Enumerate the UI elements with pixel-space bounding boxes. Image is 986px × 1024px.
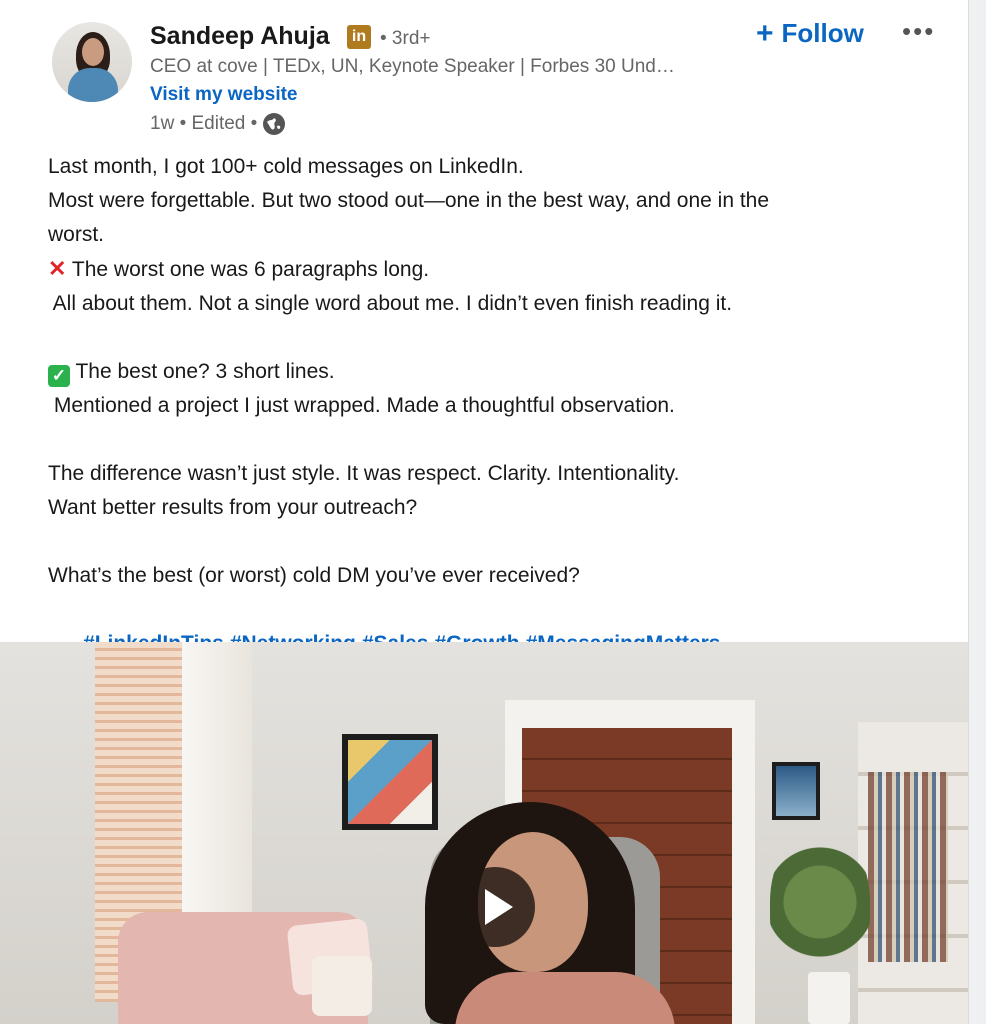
globe-icon (263, 113, 286, 135)
check-mark-icon: ✓ (48, 365, 70, 387)
video-scene-small-frame (772, 762, 820, 820)
post-line: Want better results from your outreach? (48, 496, 418, 519)
video-scene-painting (342, 734, 438, 830)
video-scene-person-body (455, 972, 675, 1024)
visit-website-link[interactable]: Visit my website (150, 84, 298, 106)
post-line: What’s the best (or worst) cold DM you’v… (48, 564, 580, 587)
post-card: Sandeep Ahuja in • 3rd+ CEO at cove | TE… (0, 0, 969, 1024)
play-button[interactable] (455, 867, 535, 947)
post-meta: 1w • Edited • (150, 113, 286, 135)
follow-button[interactable]: + Follow (756, 18, 864, 49)
play-icon (485, 889, 513, 925)
follow-label: Follow (781, 18, 864, 48)
more-options-button[interactable]: ••• (902, 16, 935, 47)
post-line: The difference wasn’t just style. It was… (48, 462, 680, 485)
author-headline: CEO at cove | TEDx, UN, Keynote Speaker … (150, 56, 675, 77)
cross-mark-icon: ✕ (48, 256, 67, 281)
avatar-face (82, 38, 104, 66)
video-scene-plant (770, 827, 870, 977)
connection-degree: • 3rd+ (380, 28, 431, 49)
post-line: worst. (48, 223, 105, 246)
plus-icon: + (756, 16, 774, 50)
video-scene-pot (808, 972, 850, 1024)
post-timestamp: 1w • Edited • (150, 113, 258, 134)
post-text: Last month, I got 100+ cold messages on … (48, 150, 948, 695)
video-scene-pillow (312, 956, 372, 1016)
video-player[interactable] (0, 642, 968, 1024)
avatar[interactable] (52, 22, 132, 102)
post-line: ✕ The worst one was 6 paragraphs long. (48, 256, 430, 281)
post-line: Most were forgettable. But two stood out… (48, 189, 770, 212)
post-line: Last month, I got 100+ cold messages on … (48, 155, 524, 178)
post-line: Mentioned a project I just wrapped. Made… (48, 394, 675, 417)
video-scene-books (868, 772, 948, 962)
post-line: ✓ The best one? 3 short lines. (48, 355, 948, 389)
avatar-body (68, 68, 118, 102)
linkedin-premium-icon: in (347, 25, 371, 49)
author-name[interactable]: Sandeep Ahuja (150, 22, 330, 51)
post-line: All about them. Not a single word about … (48, 292, 733, 315)
